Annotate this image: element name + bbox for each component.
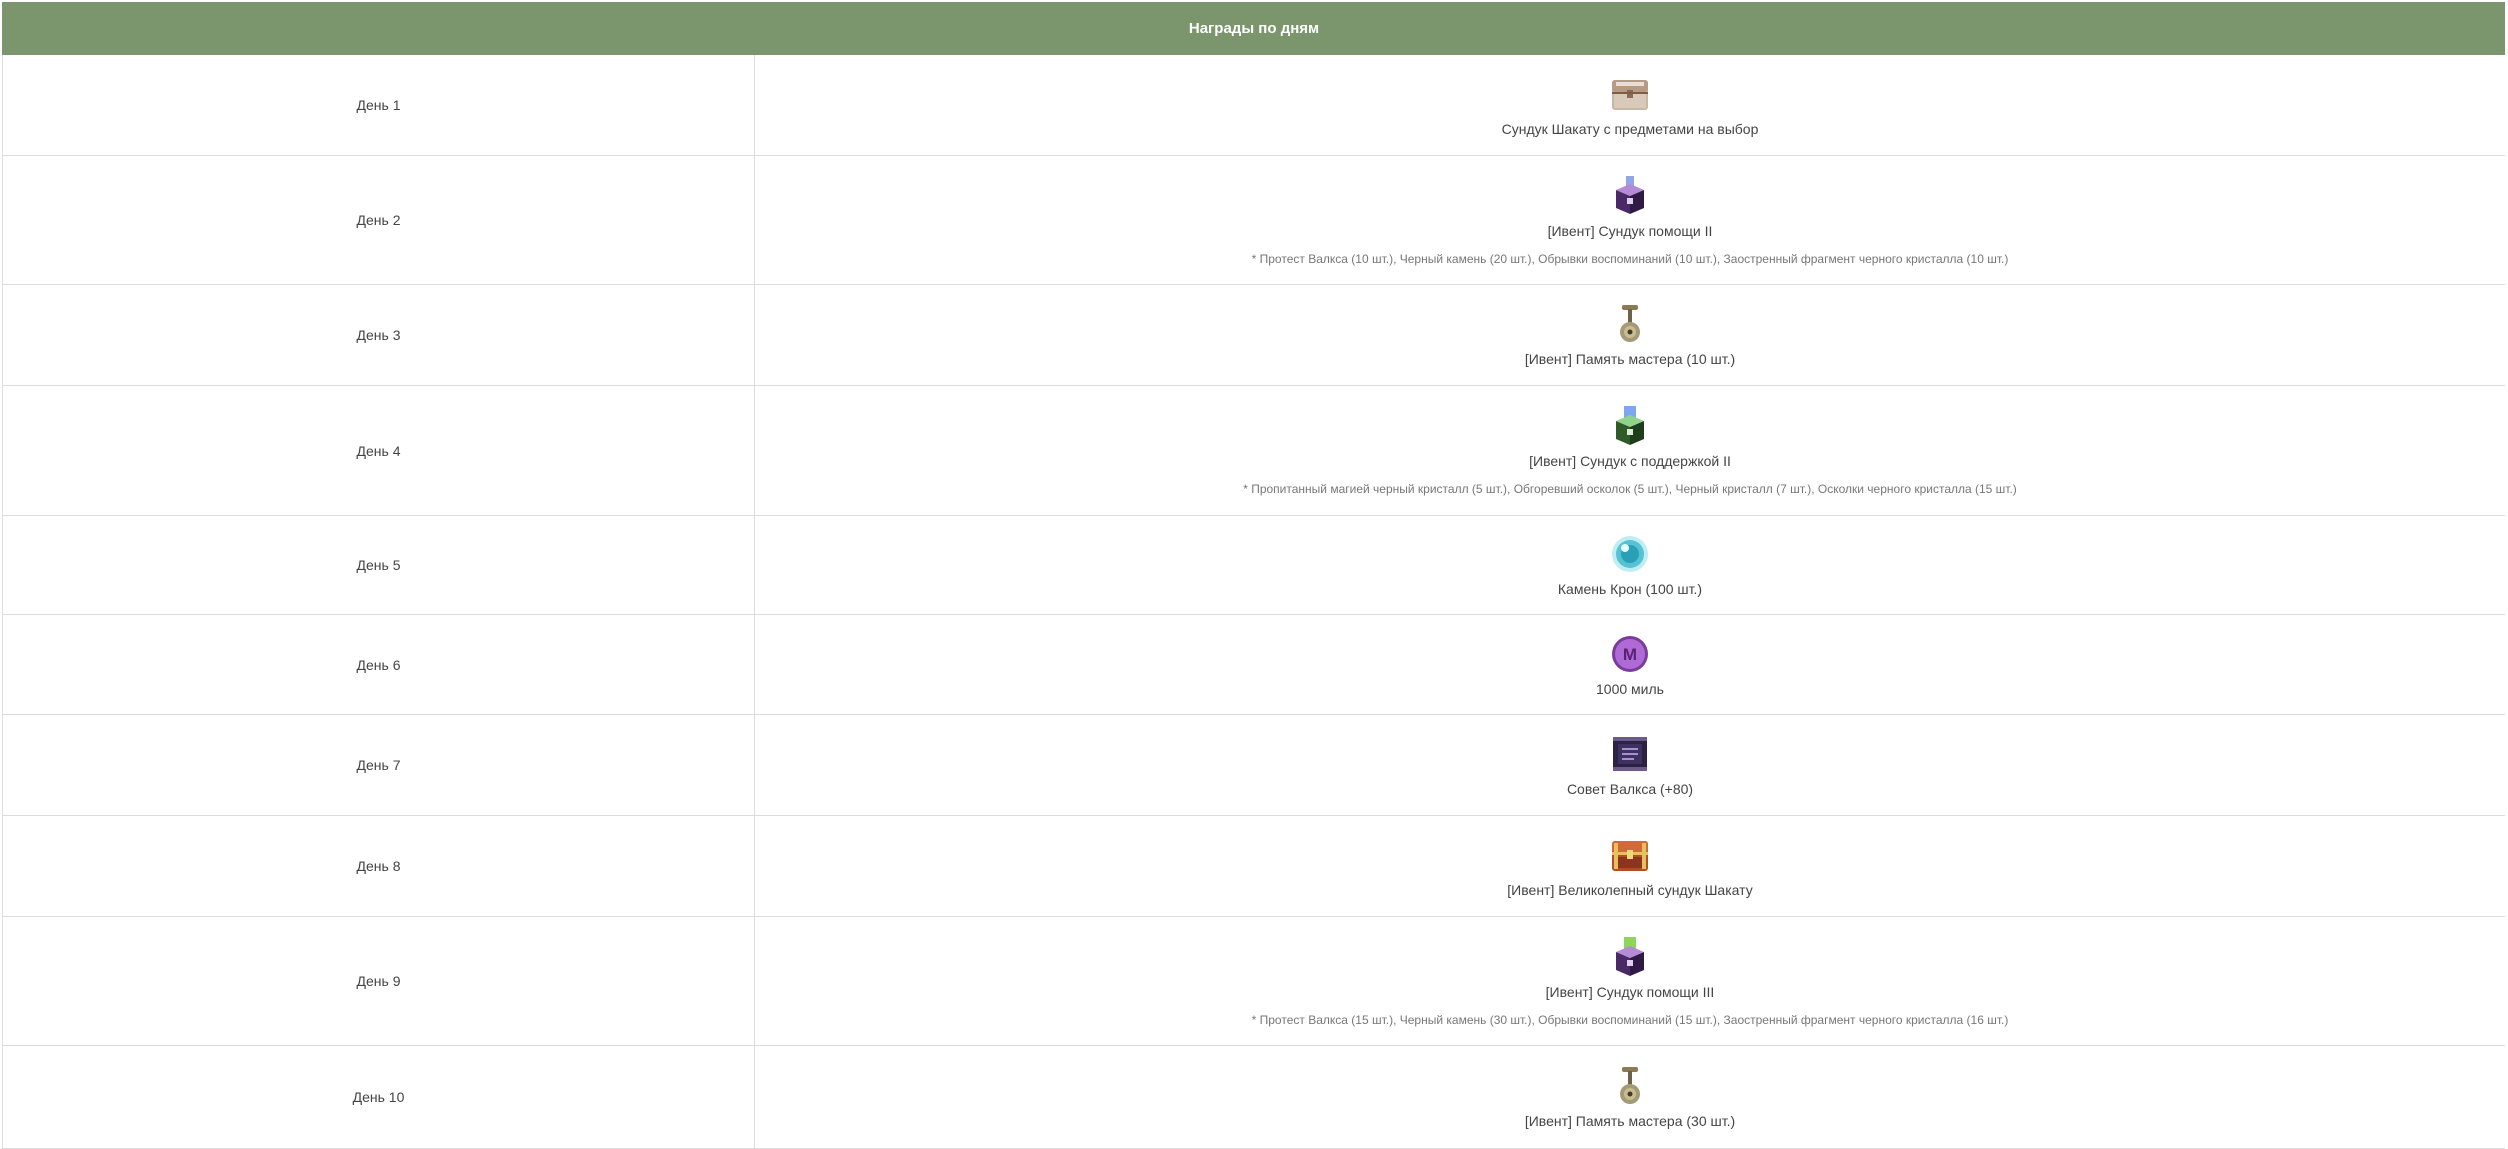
table-row: День 4 [Ивент] Сундук с поддержкой II * … [2, 385, 2505, 516]
table-row: День 3 [Ивент] Память мастера (10 шт.) [2, 284, 2505, 386]
reward-cell: [Ивент] Сундук с поддержкой II * Пропита… [754, 385, 2505, 516]
reward-contents-note: * Протест Валкса (10 шт.), Черный камень… [1251, 251, 2009, 266]
day-label: День 7 [2, 714, 755, 816]
reward-cell: M 1000 миль [754, 614, 2505, 715]
table-row: День 6 M 1000 миль [2, 614, 2505, 715]
table-row: День 5 Камень Крон (100 шт.) [2, 515, 2505, 615]
reward-cell: Сундук Шакату с предметами на выбор [754, 54, 2505, 156]
reward-name: Камень Крон (100 шт.) [1557, 581, 1703, 597]
cron-stone-icon [1612, 536, 1648, 572]
reward-cell: [Ивент] Великолепный сундук Шакату [754, 815, 2505, 917]
day-label: День 4 [2, 385, 755, 516]
purple-support-box-icon [1616, 175, 1644, 214]
reward-name: 1000 миль [1596, 680, 1664, 697]
treasure-chest-icon [1612, 80, 1648, 110]
svg-text:M: M [1623, 645, 1637, 664]
day-label: День 9 [2, 916, 755, 1046]
daily-rewards-table: Награды по дням День 1 Сундук Шакату с п… [2, 2, 2505, 1149]
day-label: День 6 [2, 614, 755, 715]
day-label: День 10 [2, 1045, 755, 1149]
day-label: День 3 [2, 284, 755, 386]
reward-cell: Камень Крон (100 шт.) [754, 515, 2505, 615]
table-row: День 9 [Ивент] Сундук помощи III * Проте… [2, 916, 2505, 1046]
magnificent-chest-icon [1612, 841, 1648, 871]
green-support-box-icon [1616, 406, 1644, 445]
master-memory-icon [1620, 305, 1640, 342]
reward-name: Сундук Шакату с предметами на выбор [1501, 121, 1759, 137]
master-memory-icon [1620, 1067, 1640, 1104]
table-row: День 2 [Ивент] Сундук помощи II * Протес… [2, 155, 2505, 285]
purple-support-box-green-icon [1616, 936, 1644, 976]
reward-cell: [Ивент] Память мастера (30 шт.) [754, 1045, 2505, 1149]
day-label: День 5 [2, 515, 755, 615]
mileage-coin-icon: M [1612, 635, 1648, 672]
day-label: День 8 [2, 815, 755, 917]
reward-cell: [Ивент] Память мастера (10 шт.) [754, 284, 2505, 386]
reward-contents-note: * Пропитанный магией черный кристалл (5 … [1243, 482, 2017, 496]
reward-name: [Ивент] Сундук с поддержкой II [1529, 453, 1731, 469]
table-row: День 10 [Ивент] Память мастера (30 шт.) [2, 1045, 2505, 1149]
reward-name: [Ивент] Сундук помощи II [1547, 222, 1713, 239]
reward-name: [Ивент] Сундук помощи III [1545, 983, 1715, 1000]
reward-contents-note: * Протест Валкса (15 шт.), Черный камень… [1251, 1012, 2009, 1027]
day-label: День 2 [2, 155, 755, 285]
valks-advice-scroll-icon [1613, 737, 1647, 771]
table-row: День 7 Совет Валкса (+80) [2, 714, 2505, 816]
table-header-row: Награды по дням [2, 2, 2505, 55]
table-row: День 8 [Ивент] Великолепный сундук Шакат… [2, 815, 2505, 917]
table-title: Награды по дням [2, 2, 2505, 55]
reward-cell: [Ивент] Сундук помощи III * Протест Валк… [754, 916, 2505, 1046]
day-label: День 1 [2, 54, 755, 156]
reward-name: [Ивент] Великолепный сундук Шакату [1507, 882, 1753, 898]
reward-name: [Ивент] Память мастера (30 шт.) [1524, 1113, 1736, 1129]
reward-cell: Совет Валкса (+80) [754, 714, 2505, 816]
rewards-table-container: Награды по дням День 1 Сундук Шакату с п… [2, 2, 2505, 1149]
reward-name: Совет Валкса (+80) [1566, 781, 1694, 797]
table-row: День 1 Сундук Шакату с предметами на выб… [2, 54, 2505, 156]
reward-cell: [Ивент] Сундук помощи II * Протест Валкс… [754, 155, 2505, 285]
reward-name: [Ивент] Память мастера (10 шт.) [1524, 351, 1736, 367]
